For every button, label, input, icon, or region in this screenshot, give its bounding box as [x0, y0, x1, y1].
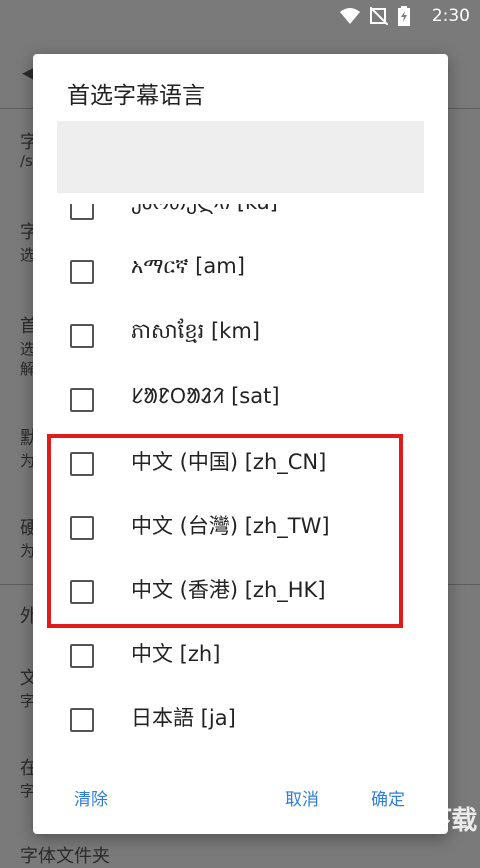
highlight-box	[47, 434, 403, 628]
search-input[interactable]	[57, 121, 424, 193]
bg-text: 字体文件夹	[20, 846, 110, 867]
checkbox[interactable]	[70, 324, 94, 348]
battery-icon	[398, 6, 410, 26]
checkbox[interactable]	[70, 644, 94, 668]
list-item[interactable]: ქართული [ka]	[33, 204, 448, 238]
item-label: ᱥᱟᱱᱛᱟᱲᱤ [sat]	[131, 384, 280, 408]
watermark-logo: KK下载	[388, 806, 477, 836]
list-item[interactable]: 日本語 [ja]	[33, 686, 448, 750]
checkbox[interactable]	[70, 708, 94, 732]
item-label: ភាសាខ្មែរ [km]	[131, 319, 260, 343]
list-item[interactable]: 中文 [zh]	[33, 622, 448, 686]
status-bar: 2:30	[0, 0, 480, 34]
clear-button[interactable]: 清除	[74, 785, 108, 810]
no-signal-icon	[370, 7, 388, 25]
bg-text: /s	[20, 152, 33, 170]
status-time: 2:30	[431, 6, 470, 26]
checkbox[interactable]	[70, 388, 94, 412]
checkbox[interactable]	[70, 260, 94, 284]
cancel-button[interactable]: 取消	[285, 785, 319, 810]
item-label: አማርኛ [am]	[131, 254, 245, 278]
item-label: 中文 [zh]	[131, 642, 221, 666]
checkbox[interactable]	[70, 204, 94, 220]
item-label: 日本語 [ja]	[131, 706, 236, 730]
list-item[interactable]: ភាសាខ្មែរ [km]	[33, 302, 448, 366]
subtitle-language-dialog: 首选字幕语言 ქართული [ka] አማርኛ [am] ភាសាខ្មែរ …	[33, 54, 448, 834]
wifi-icon	[340, 8, 360, 24]
item-label: ქართული [ka]	[131, 204, 278, 214]
dialog-title: 首选字幕语言	[67, 83, 205, 109]
list-item[interactable]: ᱥᱟᱱᱛᱟᱲᱤ [sat]	[33, 366, 448, 430]
list-item[interactable]: አማርኛ [am]	[33, 238, 448, 302]
status-icons	[340, 6, 410, 26]
